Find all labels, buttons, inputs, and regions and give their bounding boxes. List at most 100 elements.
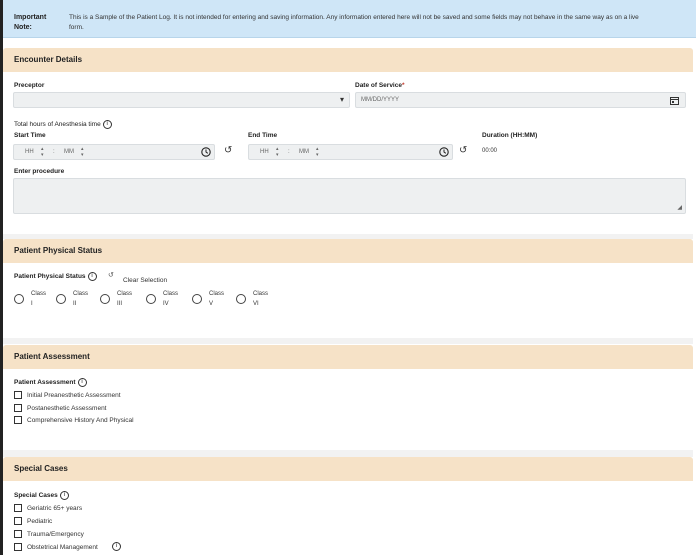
- special-cases-header: Special Cases: [3, 457, 693, 481]
- note-label-line2: Note:: [14, 24, 32, 31]
- checkbox[interactable]: [14, 530, 22, 538]
- patient-assessment-label: Patient Assessment i: [14, 378, 87, 387]
- patient-physical-status-card: Patient Physical Status Patient Physical…: [3, 239, 693, 338]
- radio-circle[interactable]: [14, 294, 24, 304]
- checkbox[interactable]: [14, 391, 22, 399]
- checkbox-label: Postanesthetic Assessment: [27, 405, 107, 412]
- important-note-banner: Important Note: This is a Sample of the …: [3, 0, 696, 38]
- radio-label-bottom: I: [31, 301, 33, 307]
- time-colon: :: [53, 149, 55, 155]
- procedure-textarea[interactable]: ◢: [13, 178, 686, 214]
- checkbox-label: Trauma/Emergency: [27, 531, 84, 538]
- encounter-details-header: Encounter Details: [3, 48, 693, 72]
- checkbox-label: Initial Preanesthetic Assessment: [27, 392, 121, 399]
- radio-circle[interactable]: [56, 294, 66, 304]
- checkbox[interactable]: [14, 517, 22, 525]
- special-cases-card: Special Cases Special Cases i Geriatric 6…: [3, 457, 693, 555]
- radio-label-top: Class: [163, 291, 179, 297]
- section-title: Patient Assessment: [14, 352, 90, 361]
- hours-stepper[interactable]: ▴ ▾: [276, 146, 279, 158]
- info-icon[interactable]: i: [59, 491, 69, 500]
- minutes-placeholder: MM: [64, 149, 74, 155]
- duration-value: 00:00: [482, 148, 498, 154]
- special-cases-text: Special Cases: [14, 492, 58, 500]
- clear-selection-link[interactable]: Clear Selection: [123, 277, 167, 284]
- date-of-service-input[interactable]: MM/DD/YYYY: [355, 92, 686, 108]
- radio-label-top: Class: [73, 291, 89, 297]
- hours-stepper[interactable]: ▴ ▾: [41, 146, 44, 158]
- hours-placeholder: HH: [260, 149, 269, 155]
- physical-status-text: Patient Physical Status: [14, 273, 86, 281]
- radio-circle[interactable]: [192, 294, 202, 304]
- required-marker: *: [401, 82, 405, 89]
- patient-assessment-text: Patient Assessment: [14, 379, 76, 387]
- radio-circle[interactable]: [146, 294, 156, 304]
- note-text-line1: This is a Sample of the Patient Log. It …: [69, 14, 639, 21]
- start-time-input[interactable]: HH ▴ ▾ : MM ▴ ▾: [13, 144, 215, 160]
- checkbox[interactable]: [14, 404, 22, 412]
- radio-label-bottom: VI: [253, 301, 259, 307]
- checkbox-label: Comprehensive History And Physical: [27, 417, 134, 424]
- radio-label-top: Class: [253, 291, 269, 297]
- enter-procedure-label: Enter procedure: [14, 168, 65, 175]
- section-gap: [3, 338, 693, 344]
- radio-circle[interactable]: [100, 294, 110, 304]
- radio-label-top: Class: [209, 291, 225, 297]
- clear-selection-icon[interactable]: ↺: [108, 271, 114, 279]
- checkbox-label: Pediatric: [27, 518, 53, 525]
- info-icon[interactable]: i: [112, 542, 121, 551]
- radio-label-bottom: II: [73, 301, 77, 307]
- checkbox-label: Geriatric 65+ years: [27, 505, 83, 512]
- preceptor-label: Preceptor: [14, 82, 45, 89]
- clock-icon[interactable]: [201, 147, 211, 157]
- section-title: Encounter Details: [14, 55, 83, 64]
- reset-end-time-icon[interactable]: ↺: [459, 145, 467, 156]
- anesthesia-time-text: Total hours of Anesthesia time: [14, 121, 101, 129]
- hours-placeholder: HH: [25, 149, 34, 155]
- minutes-placeholder: MM: [299, 149, 309, 155]
- section-gap: [3, 450, 693, 457]
- end-time-label: End Time: [248, 132, 278, 139]
- date-label-text: Date of Service: [355, 82, 402, 89]
- end-time-input[interactable]: HH ▴ ▾ : MM ▴ ▾: [248, 144, 453, 160]
- minutes-stepper[interactable]: ▴ ▾: [316, 146, 319, 158]
- info-icon[interactable]: i: [102, 120, 112, 129]
- special-cases-label: Special Cases i: [14, 491, 69, 500]
- info-icon[interactable]: i: [77, 378, 87, 387]
- patient-assessment-header: Patient Assessment: [3, 345, 693, 369]
- chevron-down-icon: ▾: [339, 95, 344, 104]
- time-colon: :: [288, 149, 290, 155]
- checkbox[interactable]: [14, 543, 22, 551]
- reset-start-time-icon[interactable]: ↺: [224, 145, 232, 156]
- minutes-stepper[interactable]: ▴ ▾: [81, 146, 84, 158]
- radio-label-bottom: V: [209, 301, 214, 307]
- radio-label-top: Class: [117, 291, 133, 297]
- note-text: This is a Sample of the Patient Log. It …: [69, 13, 659, 33]
- checkbox[interactable]: [14, 416, 22, 424]
- anesthesia-time-label: Total hours of Anesthesia time i: [14, 120, 112, 129]
- section-title: Patient Physical Status: [14, 246, 103, 255]
- preceptor-select[interactable]: ▾: [13, 92, 350, 108]
- encounter-details-card: Encounter Details Preceptor ▾ Date of Se…: [3, 48, 693, 234]
- physical-status-header: Patient Physical Status: [3, 239, 693, 263]
- date-placeholder: MM/DD/YYYY: [361, 97, 400, 103]
- duration-label: Duration (HH:MM): [482, 132, 538, 139]
- start-time-label: Start Time: [14, 132, 46, 139]
- note-label-line1: Important: [14, 14, 47, 21]
- clock-icon[interactable]: [439, 147, 449, 157]
- resize-handle-icon[interactable]: ◢: [677, 204, 682, 211]
- physical-status-label: Patient Physical Status i: [14, 272, 97, 281]
- checkbox-label: Obstetrical Management: [27, 544, 98, 551]
- section-title: Special Cases: [14, 464, 68, 473]
- note-label: Important Note:: [14, 13, 54, 33]
- radio-label-bottom: IV: [163, 301, 169, 307]
- radio-label-bottom: III: [117, 301, 123, 307]
- info-icon[interactable]: i: [87, 272, 97, 281]
- checkbox[interactable]: [14, 504, 22, 512]
- calendar-icon[interactable]: [670, 96, 679, 105]
- date-of-service-label: Date of Service*: [355, 82, 405, 89]
- note-text-line2: form.: [69, 24, 84, 31]
- patient-assessment-card: Patient Assessment Patient Assessment i I…: [3, 345, 693, 450]
- radio-circle[interactable]: [236, 294, 246, 304]
- radio-label-top: Class: [31, 291, 47, 297]
